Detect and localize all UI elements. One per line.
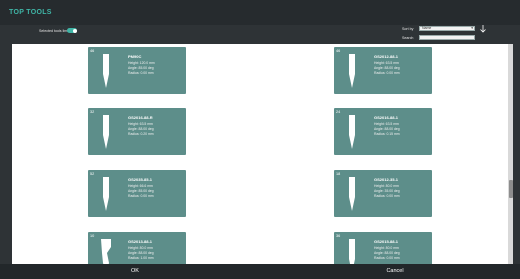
tool-name: GS2035-85-1 <box>128 177 153 182</box>
tool-height: Height: 63.5 mm <box>374 61 399 65</box>
selection-limit-toggle[interactable] <box>67 28 77 33</box>
tool-list: 46 PM90C Height: 120.0 mm Angle: 85.00 d… <box>12 44 508 264</box>
punch-tool-icon <box>103 115 109 149</box>
tool-name: GS2012-88-1 <box>374 54 399 59</box>
tool-number: 18 <box>336 172 341 176</box>
tool-height: Height: 80.0 mm <box>128 246 153 250</box>
tool-radius: Radius: 0.20 mm <box>128 132 154 136</box>
toggle-knob <box>72 28 77 33</box>
footer-bar: OK Cancel <box>0 264 520 279</box>
search-input[interactable] <box>419 35 475 40</box>
tool-number: 52 <box>90 172 95 176</box>
tool-angle: Angle: 88.00 deg <box>374 251 400 255</box>
punch-tool-icon <box>103 177 109 211</box>
tool-number: 24 <box>336 110 341 114</box>
sort-direction-icon[interactable] <box>479 24 487 33</box>
tool-radius: Radius: 0.00 mm <box>374 256 400 260</box>
tool-angle: Angle: 88.00 deg <box>128 127 154 131</box>
title-bar: TOP TOOLS <box>0 0 520 25</box>
gooseneck-tool-icon <box>101 239 111 264</box>
tool-card[interactable]: 52 GS2035-85-1 Height: 66.6 mm Angle: 85… <box>88 170 186 217</box>
tool-card[interactable]: 36 GS2015-88-1 Height: 80.0 mm Angle: 88… <box>334 232 432 264</box>
sort-select-value: Name <box>422 26 432 30</box>
tool-radius: Radius: 0.15 mm <box>374 132 400 136</box>
tool-radius: Radius: 0.00 mm <box>374 71 400 75</box>
ok-button[interactable]: OK <box>0 264 270 279</box>
tool-card[interactable]: 18 GS2012-35-1 Height: 80.0 mm Angle: 35… <box>334 170 432 217</box>
tool-name: GS2016-88-1 <box>374 115 399 120</box>
tool-number: 32 <box>90 110 95 114</box>
tool-radius: Radius: 0.00 mm <box>128 194 154 198</box>
tool-number: 46 <box>336 49 341 53</box>
sort-select[interactable]: Name ▾ <box>419 26 475 31</box>
tool-angle: Angle: 35.00 deg <box>374 189 400 193</box>
punch-tool-icon <box>349 115 355 149</box>
tool-card[interactable]: 46 PM90C Height: 120.0 mm Angle: 85.00 d… <box>88 47 186 94</box>
tool-card[interactable]: 46 GS2012-88-1 Height: 63.5 mm Angle: 88… <box>334 47 432 94</box>
selection-limit-label: Selected tools limit <box>39 29 69 33</box>
tool-card[interactable]: 10 GS2013-88-1 Height: 80.0 mm Angle: 88… <box>88 232 186 264</box>
tool-height: Height: 80.0 mm <box>374 184 399 188</box>
sort-label: Sort by <box>402 27 414 31</box>
tool-radius: Radius: 1.00 mm <box>128 256 154 260</box>
tool-number: 10 <box>90 234 95 238</box>
chevron-down-icon: ▾ <box>471 26 473 30</box>
tool-radius: Radius: 0.00 mm <box>374 194 400 198</box>
tool-height: Height: 80.0 mm <box>374 246 399 250</box>
tool-card[interactable]: 32 GS2016-88-R Height: 63.5 mm Angle: 88… <box>88 108 186 155</box>
tool-angle: Angle: 85.00 deg <box>128 66 154 70</box>
punch-tool-icon <box>349 54 355 88</box>
tool-height: Height: 63.5 mm <box>128 122 153 126</box>
tool-name: PM90C <box>128 54 142 59</box>
toolbar: Selected tools limit Sort by Name ▾ Sear… <box>0 25 520 44</box>
vertical-scrollbar[interactable] <box>508 44 513 264</box>
punch-tool-icon <box>349 177 355 211</box>
tool-angle: Angle: 88.00 deg <box>128 251 154 255</box>
tool-name: GS2013-88-1 <box>128 239 153 244</box>
tool-name: GS2015-88-1 <box>374 239 399 244</box>
punch-tool-icon <box>103 54 109 88</box>
tool-height: Height: 120.0 mm <box>128 61 155 65</box>
tool-number: 46 <box>90 49 95 53</box>
tool-height: Height: 66.6 mm <box>128 184 153 188</box>
tool-radius: Radius: 0.00 mm <box>128 71 154 75</box>
tool-name: GS2016-88-R <box>128 115 153 120</box>
tool-height: Height: 63.5 mm <box>374 122 399 126</box>
app-title: TOP TOOLS <box>9 9 52 16</box>
search-label: Search <box>402 36 414 40</box>
tool-card[interactable]: 24 GS2016-88-1 Height: 63.5 mm Angle: 88… <box>334 108 432 155</box>
scrollbar-thumb[interactable] <box>508 180 513 198</box>
tool-angle: Angle: 88.00 deg <box>374 127 400 131</box>
cancel-button[interactable]: Cancel <box>270 264 520 279</box>
tool-angle: Angle: 85.00 deg <box>128 189 154 193</box>
tool-name: GS2012-35-1 <box>374 177 399 182</box>
tool-angle: Angle: 88.00 deg <box>374 66 400 70</box>
punch-tool-icon <box>349 239 355 264</box>
tool-number: 36 <box>336 234 341 238</box>
